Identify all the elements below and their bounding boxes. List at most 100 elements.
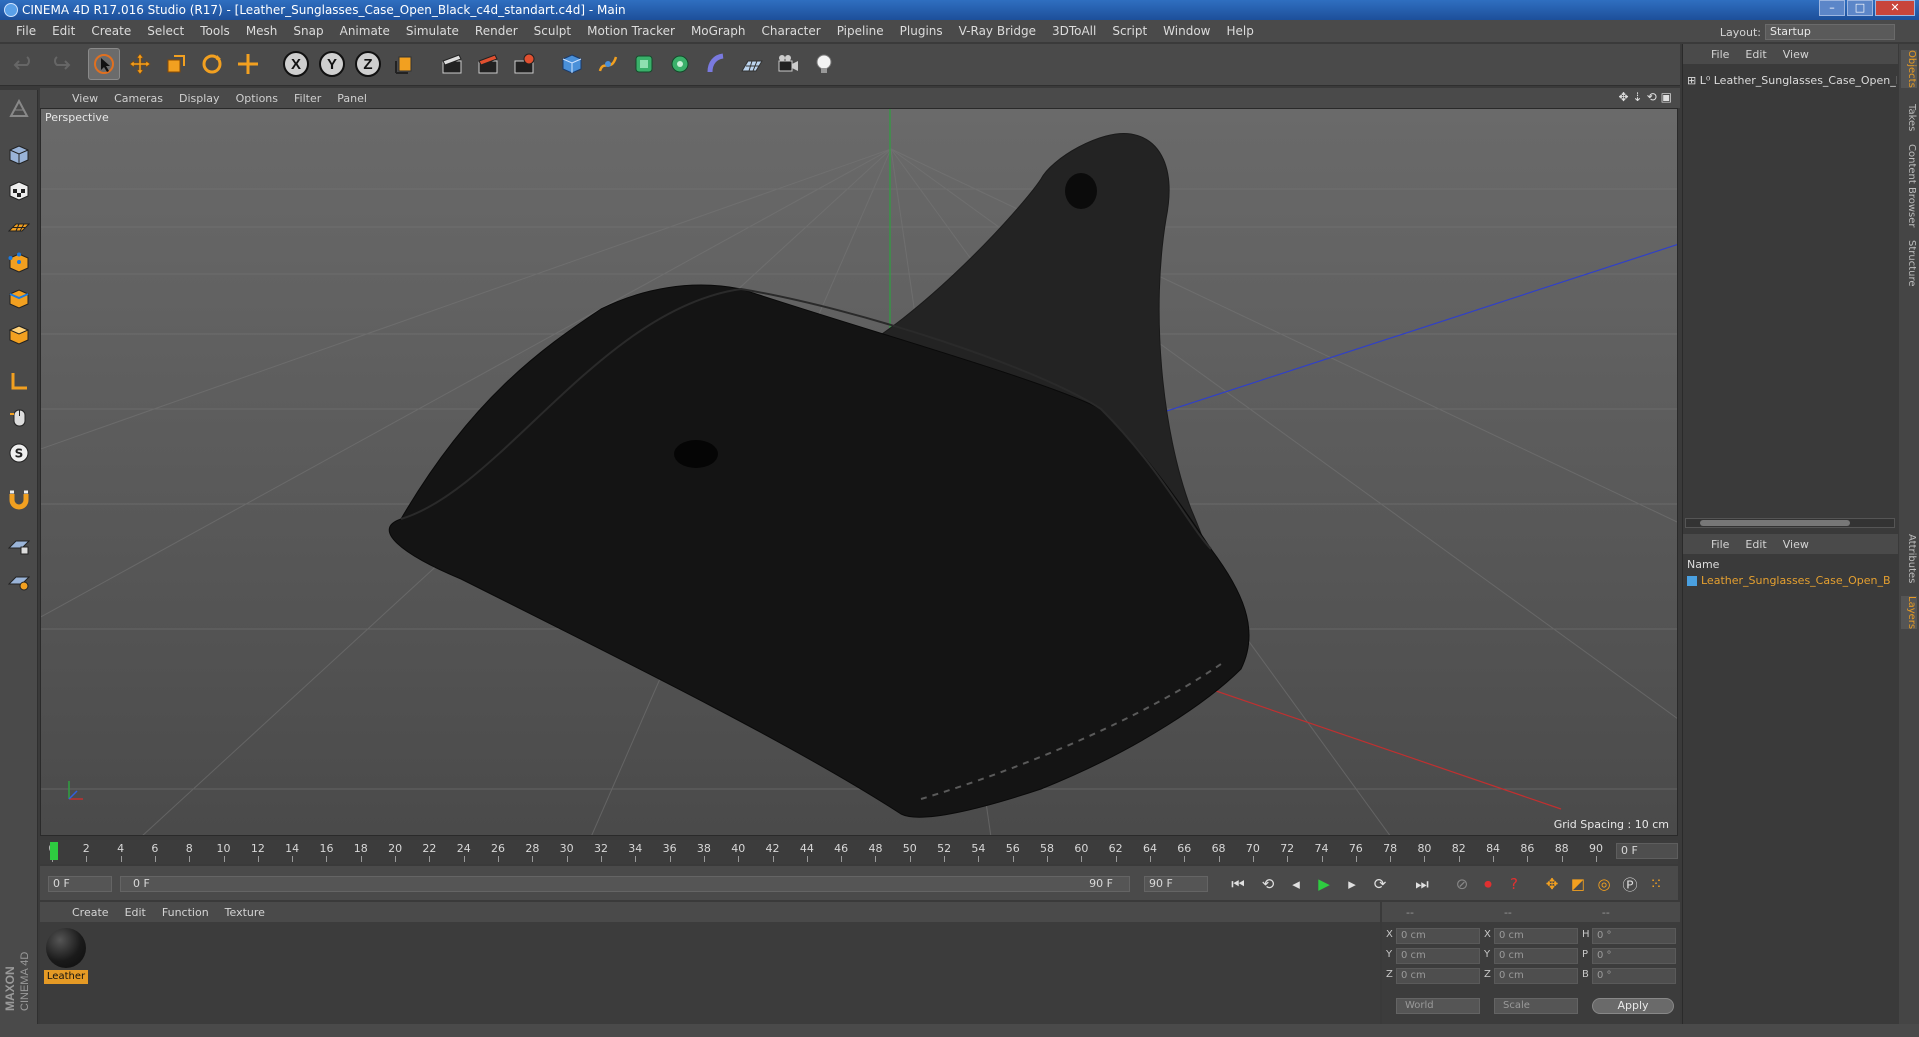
render-view-button[interactable]	[436, 48, 468, 80]
magnet-tool-button[interactable]	[4, 484, 34, 514]
play-button[interactable]: ▶	[1312, 872, 1336, 896]
preview-range-slider[interactable]: 0 F 90 F	[120, 876, 1130, 892]
menu-plugins[interactable]: Plugins	[892, 24, 951, 38]
add-cube-button[interactable]	[556, 48, 588, 80]
edges-mode-button[interactable]	[4, 284, 34, 314]
menu-edit[interactable]: Edit	[44, 24, 83, 38]
object-menu-edit[interactable]: Edit	[1737, 48, 1774, 61]
object-menu-file[interactable]: File	[1703, 48, 1737, 61]
menu-snap[interactable]: Snap	[285, 24, 331, 38]
close-button[interactable]: ✕	[1875, 0, 1915, 16]
viewport-menu-view[interactable]: View	[64, 92, 106, 105]
tweak-mode-button[interactable]	[4, 402, 34, 432]
layer-menu-file[interactable]: File	[1703, 538, 1737, 551]
material-menu-create[interactable]: Create	[64, 906, 117, 919]
next-frame-button[interactable]: ▸	[1340, 872, 1364, 896]
render-to-picture-viewer-button[interactable]	[472, 48, 504, 80]
coordinate-space-dropdown[interactable]: World	[1396, 998, 1480, 1014]
tab-attributes[interactable]: Attributes	[1901, 534, 1917, 583]
maximize-button[interactable]: □	[1847, 0, 1873, 16]
go-to-next-key-button[interactable]: ⟳	[1368, 872, 1392, 896]
tab-content-browser[interactable]: Content Browser	[1901, 144, 1917, 227]
menu-mograph[interactable]: MoGraph	[683, 24, 754, 38]
key-parameter-icon[interactable]: Ⓟ	[1618, 872, 1642, 896]
menu-animate[interactable]: Animate	[332, 24, 398, 38]
viewport-menu-options[interactable]: Options	[228, 92, 286, 105]
polygons-mode-button[interactable]	[4, 320, 34, 350]
x-axis-toggle[interactable]: X	[280, 48, 312, 80]
coordinate-system-toggle[interactable]	[388, 48, 420, 80]
add-deformer-button[interactable]	[700, 48, 732, 80]
menu-select[interactable]: Select	[139, 24, 192, 38]
minimize-button[interactable]: –	[1819, 0, 1845, 16]
menu-pipeline[interactable]: Pipeline	[829, 24, 892, 38]
size-z-field[interactable]: 0 cm	[1494, 968, 1578, 984]
tab-takes[interactable]: Takes	[1901, 104, 1917, 131]
snap-toggle[interactable]: S	[4, 438, 34, 468]
apply-button[interactable]: Apply	[1592, 998, 1674, 1014]
add-environment-button[interactable]	[736, 48, 768, 80]
transform-tool[interactable]	[232, 48, 264, 80]
material-menu-texture[interactable]: Texture	[217, 906, 273, 919]
menu-script[interactable]: Script	[1104, 24, 1155, 38]
previous-frame-button[interactable]: ◂	[1284, 872, 1308, 896]
size-x-field[interactable]: 0 cm	[1494, 928, 1578, 944]
position-z-field[interactable]: 0 cm	[1396, 968, 1480, 984]
key-point-level-icon[interactable]: ⁙	[1644, 872, 1668, 896]
go-to-start-button[interactable]: ⏮	[1226, 872, 1250, 896]
record-keys-icon[interactable]: ⊘	[1450, 872, 1474, 896]
layer-item[interactable]: Leather_Sunglasses_Case_Open_B	[1687, 574, 1897, 587]
playhead-marker[interactable]	[50, 842, 58, 860]
model-mode-button[interactable]	[4, 140, 34, 170]
autokey-icon[interactable]: ⏺	[1476, 872, 1500, 896]
position-y-field[interactable]: 0 cm	[1396, 948, 1480, 964]
menu-simulate[interactable]: Simulate	[398, 24, 467, 38]
size-mode-dropdown[interactable]: Scale	[1494, 998, 1578, 1014]
rotation-b-field[interactable]: 0 °	[1592, 968, 1676, 984]
menu-render[interactable]: Render	[467, 24, 526, 38]
toggle-layout-icon[interactable]: ▣	[1661, 90, 1672, 104]
viewport-menu-cameras[interactable]: Cameras	[106, 92, 171, 105]
workplane-mode-button[interactable]	[4, 212, 34, 242]
axis-mode-button[interactable]	[4, 366, 34, 396]
menu-vray-bridge[interactable]: V-Ray Bridge	[951, 24, 1044, 38]
move-tool[interactable]	[124, 48, 156, 80]
texture-mode-button[interactable]	[4, 176, 34, 206]
menu-motion-tracker[interactable]: Motion Tracker	[579, 24, 683, 38]
redo-button[interactable]	[44, 48, 76, 80]
sunglasses-case-model[interactable]	[388, 132, 1250, 818]
size-y-field[interactable]: 0 cm	[1494, 948, 1578, 964]
material-menu-function[interactable]: Function	[154, 906, 217, 919]
make-editable-button[interactable]	[4, 94, 34, 124]
menu-character[interactable]: Character	[753, 24, 828, 38]
object-manager-scrollbar[interactable]	[1685, 518, 1895, 528]
workplane-lock-button[interactable]	[4, 530, 34, 560]
viewport-menu-filter[interactable]: Filter	[286, 92, 329, 105]
tab-objects[interactable]: Objects	[1901, 50, 1917, 88]
go-to-end-button[interactable]: ⏭	[1410, 872, 1434, 896]
tab-structure[interactable]: Structure	[1901, 240, 1917, 287]
add-spline-button[interactable]	[592, 48, 624, 80]
add-camera-button[interactable]	[772, 48, 804, 80]
tab-layers[interactable]: Layers	[1901, 596, 1917, 630]
undo-button[interactable]	[8, 48, 40, 80]
menu-tools[interactable]: Tools	[192, 24, 238, 38]
add-generator-button[interactable]	[628, 48, 660, 80]
rotate-tool[interactable]	[196, 48, 228, 80]
viewport-menu-display[interactable]: Display	[171, 92, 228, 105]
menu-window[interactable]: Window	[1155, 24, 1218, 38]
menu-mesh[interactable]: Mesh	[238, 24, 286, 38]
menu-sculpt[interactable]: Sculpt	[526, 24, 579, 38]
object-tree-item[interactable]: ⊞ L⁰ Leather_Sunglasses_Case_Open_Bl	[1687, 74, 1897, 87]
add-mograph-button[interactable]	[664, 48, 696, 80]
rotation-p-field[interactable]: 0 °	[1592, 948, 1676, 964]
workplane-snap-button[interactable]	[4, 566, 34, 596]
layout-dropdown[interactable]: Startup	[1765, 24, 1895, 40]
viewport-menu-panel[interactable]: Panel	[329, 92, 375, 105]
orbit-view-icon[interactable]: ⟲	[1647, 90, 1657, 104]
material-leather[interactable]: Leather	[44, 928, 88, 984]
live-selection-tool[interactable]	[88, 48, 120, 80]
menu-file[interactable]: File	[8, 24, 44, 38]
rotation-h-field[interactable]: 0 °	[1592, 928, 1676, 944]
menu-help[interactable]: Help	[1218, 24, 1261, 38]
